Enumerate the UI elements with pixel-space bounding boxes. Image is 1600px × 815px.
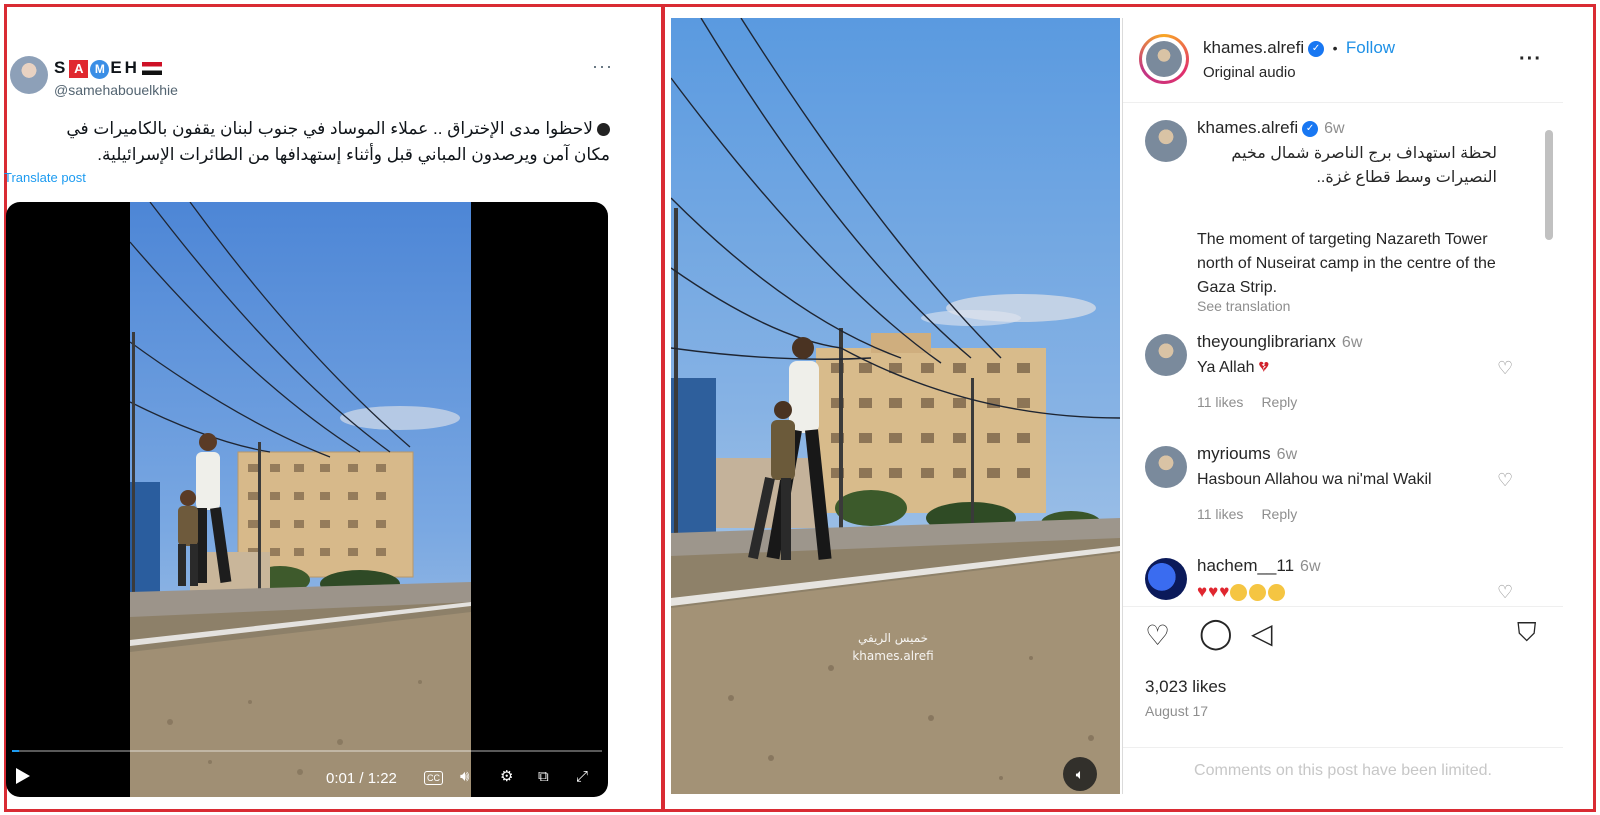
more-options-button[interactable]: ··· (1519, 48, 1542, 71)
comment-bubble-icon[interactable]: ◯ (1199, 619, 1233, 649)
reply-button[interactable]: Reply (1261, 506, 1297, 522)
heart-emoji-icon: ♥ (1208, 582, 1219, 601)
video-controls: 0:01 / 1:22 CC 🔊︎ ⚙︎ ⧉ ⤢ (6, 768, 608, 792)
follow-button[interactable]: Follow (1346, 38, 1395, 57)
comment-username[interactable]: theyounglibrarianx (1197, 332, 1336, 351)
more-options-button[interactable]: ··· (592, 56, 613, 77)
likes-count[interactable]: 3,023 likes (1145, 677, 1226, 697)
sad-face-emoji-icon (1249, 584, 1267, 602)
verified-badge-icon: ✓ (1302, 120, 1319, 137)
avatar (1146, 41, 1182, 77)
heart-emoji-icon: ♥ (1219, 582, 1230, 601)
comment-text: Ya Allah 💔︎ (1197, 359, 1269, 376)
story-ring[interactable] (1139, 34, 1189, 84)
video-player[interactable]: 0:01 / 1:22 CC 🔊︎ ⚙︎ ⧉ ⤢ (6, 202, 608, 797)
video-time: 0:01 / 1:22 (326, 770, 397, 787)
comments-list[interactable]: khames.alrefi ✓ 6w لحظة استهداف برج الناصر… (1123, 104, 1563, 604)
caption-age: 6w (1324, 120, 1345, 137)
comment-likes: 11 likes (1197, 394, 1244, 410)
post-header: khames.alrefi ✓ • Follow Original audio ·… (1123, 18, 1563, 103)
user-handle[interactable]: @samehabouelkhie (54, 82, 178, 98)
instagram-side-panel: khames.alrefi ✓ • Follow Original audio ·… (1122, 18, 1563, 794)
comment-username[interactable]: hachem__11 (1197, 556, 1294, 575)
sound-toggle-icon[interactable]: 🔈︎ (1063, 757, 1097, 791)
comment-text: Hasboun Allahou wa ni'mal Wakil (1197, 471, 1432, 488)
post-text: لاحظوا مدى الإختراق .. عملاء الموساد في … (66, 119, 610, 164)
fullscreen-icon[interactable]: ⤢ (576, 768, 588, 786)
verified-badge-icon: ✓ (1308, 40, 1325, 57)
comments-limited-notice: Comments on this post have been limited. (1123, 747, 1563, 794)
avatar[interactable] (1145, 558, 1187, 600)
bomb-icon (597, 123, 610, 137)
caption-arabic: لحظة استهداف برج الناصرة شمال مخيم النصي… (1231, 145, 1497, 186)
share-send-icon[interactable]: ◁ (1251, 619, 1273, 649)
scrollbar-thumb[interactable] (1545, 130, 1553, 240)
comment-age: 6w (1276, 446, 1298, 463)
dot-separator: • (1332, 40, 1338, 56)
display-name[interactable]: S A M EH (54, 58, 162, 79)
video-watermark-arabic: خميس الريفي (858, 631, 928, 646)
post-actions: ♡ ◯ ◁ ⛉ 3,023 likes August 17 Comments o… (1123, 606, 1563, 795)
comment-age: 6w (1341, 334, 1363, 351)
video-watermark-handle: khames.alrefi (852, 649, 933, 663)
post-date: August 17 (1145, 703, 1209, 719)
sad-face-emoji-icon (1268, 584, 1286, 602)
comment-username[interactable]: myrioums (1197, 444, 1271, 463)
avatar[interactable] (1145, 334, 1187, 376)
header-username[interactable]: khames.alrefi (1203, 38, 1304, 57)
see-translation-link[interactable]: See translation (1197, 298, 1290, 314)
egypt-flag-icon (141, 62, 162, 76)
caption-username[interactable]: khames.alrefi (1197, 118, 1298, 137)
twitter-post: S A M EH @samehabouelkhie ··· لاحظوا مدى ال… (4, 42, 632, 806)
like-comment-heart-icon[interactable]: ♡ (1497, 358, 1513, 379)
video-progress-bar[interactable] (12, 750, 602, 752)
original-audio-link[interactable]: Original audio (1203, 64, 1296, 81)
caption-english: The moment of targeting Nazareth Tower n… (1197, 231, 1496, 296)
comments-scrollbar[interactable] (1545, 110, 1553, 610)
captions-icon[interactable]: CC (424, 771, 443, 785)
avatar[interactable] (1145, 120, 1187, 162)
like-comment-heart-icon[interactable]: ♡ (1497, 582, 1513, 603)
reply-button[interactable]: Reply (1261, 394, 1297, 410)
volume-icon[interactable]: 🔊︎ (460, 768, 469, 786)
settings-gear-icon[interactable]: ⚙︎ (500, 768, 513, 786)
avatar[interactable] (10, 56, 48, 94)
translate-post-link[interactable]: Translate post (4, 170, 86, 185)
video-frame (130, 202, 471, 797)
picture-in-picture-icon[interactable]: ⧉ (538, 768, 549, 786)
play-icon[interactable] (16, 768, 30, 784)
avatar[interactable] (1145, 446, 1187, 488)
sad-face-emoji-icon (1230, 584, 1248, 602)
broken-heart-icon: 💔︎ (1258, 359, 1269, 376)
instagram-video-frame[interactable]: خميس الريفي khames.alrefi (671, 18, 1120, 794)
video-progress-fill (12, 750, 20, 752)
like-heart-icon[interactable]: ♡ (1145, 621, 1170, 651)
comment-emojis: ♥♥♥ (1197, 580, 1507, 604)
comment-likes: 11 likes (1197, 506, 1244, 522)
save-bookmark-icon[interactable]: ⛉ (1517, 617, 1537, 647)
heart-emoji-icon: ♥ (1197, 582, 1208, 601)
like-comment-heart-icon[interactable]: ♡ (1497, 470, 1513, 491)
comment-age: 6w (1300, 558, 1321, 575)
